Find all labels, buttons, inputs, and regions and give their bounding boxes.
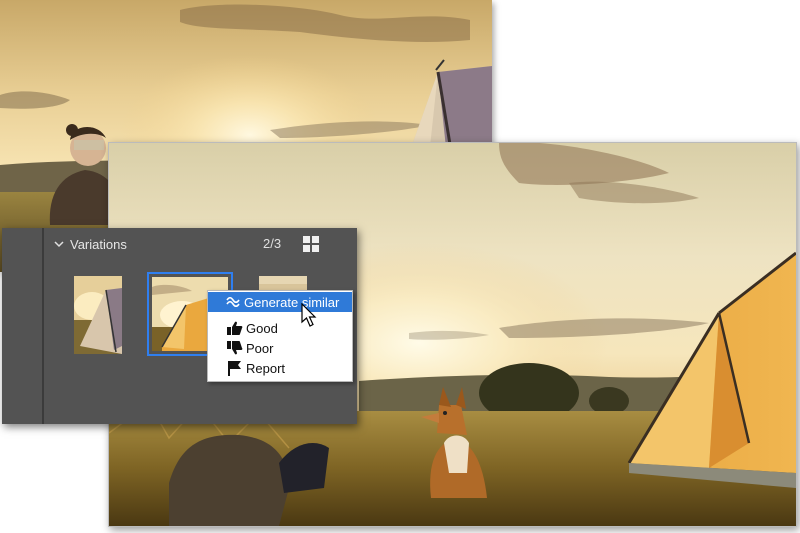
chevron-down-icon[interactable]: [50, 235, 68, 253]
mouse-pointer-icon: [301, 302, 319, 329]
poor-label: Poor: [246, 340, 274, 356]
good-menu-item[interactable]: Good: [208, 318, 352, 338]
thumbs-up-icon: [226, 320, 244, 336]
good-label: Good: [246, 320, 278, 336]
flag-icon: [226, 360, 244, 376]
context-menu: Generate similar Good Poor Report: [207, 290, 353, 382]
generate-similar-label: Generate similar: [244, 294, 340, 310]
thumbs-down-icon: [226, 340, 244, 356]
variation-thumbnail-1[interactable]: [74, 276, 122, 354]
poor-menu-item[interactable]: Poor: [208, 338, 352, 358]
approx-icon: [224, 294, 242, 310]
report-label: Report: [246, 360, 286, 376]
grid-view-icon[interactable]: [301, 234, 321, 254]
panel-title: Variations: [70, 236, 127, 252]
panel-header: Variations 2/3: [44, 228, 357, 260]
report-menu-item[interactable]: Report: [208, 358, 352, 378]
variation-counter: 2/3: [263, 236, 282, 251]
generate-similar-menu-item[interactable]: Generate similar: [208, 292, 352, 312]
